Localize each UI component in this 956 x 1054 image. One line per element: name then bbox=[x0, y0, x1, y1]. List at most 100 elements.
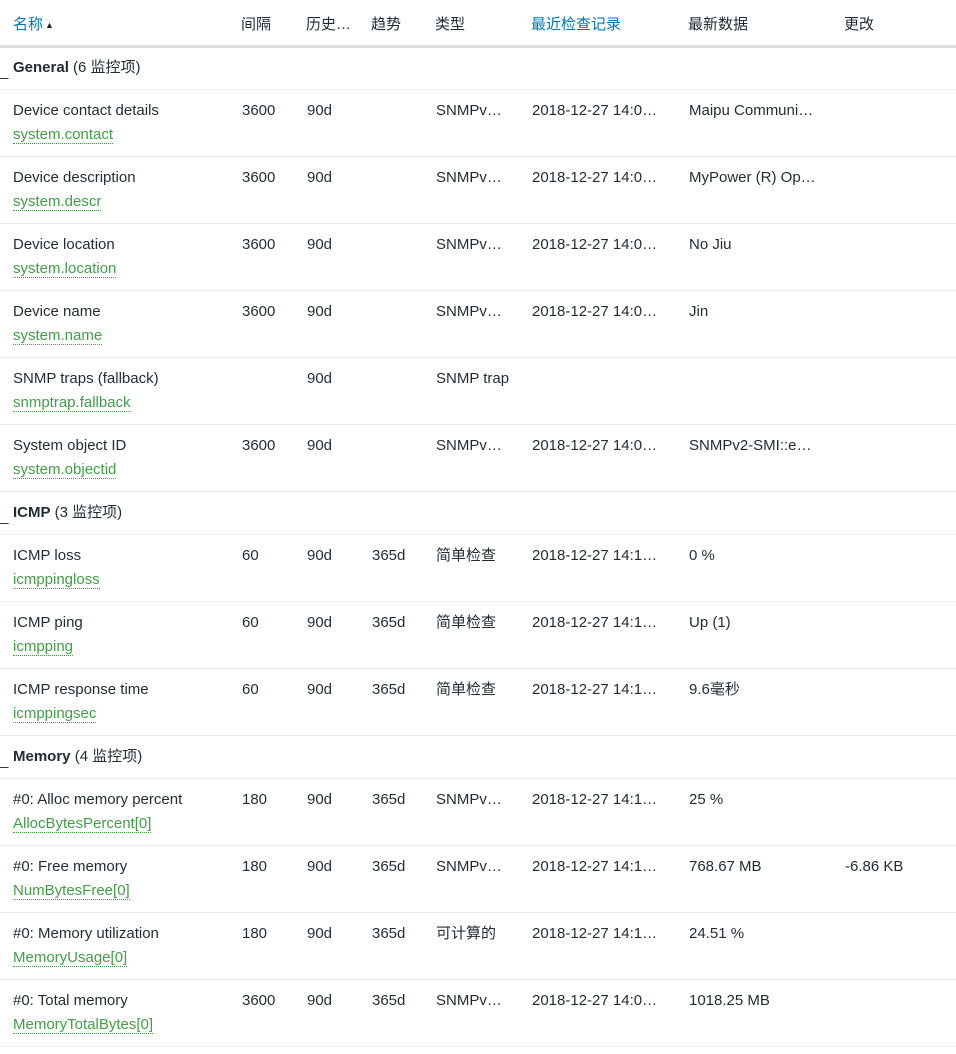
change-cell bbox=[844, 534, 956, 602]
item-key-link[interactable]: icmpping bbox=[13, 638, 74, 656]
group-name: ICMP bbox=[13, 503, 51, 521]
last-check-cell: 2018-12-27 14:0… bbox=[531, 89, 688, 157]
history-cell: 90d bbox=[306, 979, 371, 1047]
history-value: 90d bbox=[307, 680, 333, 698]
trends-cell: 365d bbox=[371, 534, 435, 602]
latest-data-cell: MyPower (R) Op… bbox=[688, 156, 844, 224]
item-name-cell: #0: Free memory NumBytesFree[0] bbox=[0, 845, 241, 913]
last-check-value: 2018-12-27 14:1… bbox=[532, 790, 658, 808]
application-group-row: _ General (6 监控项) bbox=[0, 46, 956, 90]
type-value: SNMP trap bbox=[436, 369, 510, 387]
column-header-type: 类型 bbox=[435, 0, 531, 48]
interval-cell: 180 bbox=[241, 912, 306, 980]
history-cell: 90d bbox=[306, 912, 371, 980]
history-cell: 90d bbox=[306, 424, 371, 492]
trends-cell: 365d bbox=[371, 979, 435, 1047]
trends-value: 365d bbox=[372, 924, 406, 942]
type-cell: SNMPv… bbox=[435, 290, 531, 358]
trends-cell: 365d bbox=[371, 601, 435, 669]
item-key-link[interactable]: MemoryTotalBytes[0] bbox=[13, 1016, 154, 1034]
last-check-cell: 2018-12-27 14:1… bbox=[531, 601, 688, 669]
trends-cell: 365d bbox=[371, 912, 435, 980]
latest-data-value: 9.6毫秒 bbox=[689, 680, 740, 698]
history-value: 90d bbox=[307, 991, 333, 1009]
latest-data-cell: 24.51 % bbox=[688, 912, 844, 980]
group-collapse-toggle[interactable]: _ bbox=[0, 63, 13, 80]
type-value: SNMPv… bbox=[436, 302, 502, 320]
item-name-cell: Device location system.location bbox=[0, 223, 241, 291]
item-key-link[interactable]: MemoryUsage[0] bbox=[13, 949, 128, 967]
trends-cell bbox=[371, 89, 435, 157]
table-row: Device name system.name 3600 90d SNMPv… 2018-… bbox=[0, 290, 956, 358]
group-item-count: (6 监控项) bbox=[73, 59, 141, 76]
item-key-link[interactable]: system.location bbox=[13, 260, 117, 278]
change-cell bbox=[844, 979, 956, 1047]
item-key-link[interactable]: NumBytesFree[0] bbox=[13, 882, 130, 900]
sort-by-name-link[interactable]: 名称 bbox=[13, 16, 43, 33]
latest-data-value: Jin bbox=[689, 302, 709, 320]
history-value: 90d bbox=[307, 302, 333, 320]
last-check-cell: 2018-12-27 14:1… bbox=[531, 778, 688, 846]
group-header-cell: _ General (6 监控项) bbox=[0, 46, 956, 90]
history-value: 90d bbox=[307, 436, 333, 454]
history-cell: 90d bbox=[306, 601, 371, 669]
type-value: SNMPv… bbox=[436, 436, 502, 454]
item-key-link[interactable]: system.objectid bbox=[13, 461, 117, 479]
latest-data-value: 25 % bbox=[689, 790, 724, 808]
item-name: ICMP response time bbox=[13, 680, 149, 698]
item-key-link[interactable]: snmptrap.fallback bbox=[13, 394, 131, 412]
group-collapse-toggle[interactable]: _ bbox=[0, 752, 13, 769]
latest-data-cell: Up (1) bbox=[688, 601, 844, 669]
item-name-cell: Device description system.descr bbox=[0, 156, 241, 224]
last-check-cell: 2018-12-27 14:1… bbox=[531, 668, 688, 736]
history-cell: 90d bbox=[306, 845, 371, 913]
item-name-cell: ICMP loss icmppingloss bbox=[0, 534, 241, 602]
type-cell: SNMPv… bbox=[435, 424, 531, 492]
trends-cell bbox=[371, 156, 435, 224]
item-name: Device name bbox=[13, 302, 101, 320]
trends-cell: 365d bbox=[371, 778, 435, 846]
interval-value: 180 bbox=[242, 924, 268, 942]
group-name: General bbox=[13, 59, 69, 76]
type-cell: 简单检查 bbox=[435, 534, 531, 602]
latest-data-value: Up (1) bbox=[689, 613, 731, 631]
type-cell: 简单检查 bbox=[435, 668, 531, 736]
column-header-trends: 趋势 bbox=[371, 0, 435, 48]
table-row: Device description system.descr 3600 90d SNM… bbox=[0, 156, 956, 224]
item-key-link[interactable]: AllocBytesPercent[0] bbox=[13, 815, 152, 833]
last-check-cell: 2018-12-27 14:1… bbox=[531, 912, 688, 980]
trends-cell bbox=[371, 290, 435, 358]
item-key-link[interactable]: system.contact bbox=[13, 126, 114, 144]
sort-by-last-check-link[interactable]: 最近检查记录 bbox=[531, 16, 621, 33]
trends-cell bbox=[371, 357, 435, 425]
latest-data-value: 24.51 % bbox=[689, 924, 745, 942]
last-check-value: 2018-12-27 14:1… bbox=[532, 546, 658, 564]
item-key-link[interactable]: icmppingsec bbox=[13, 705, 97, 723]
history-cell: 90d bbox=[306, 290, 371, 358]
interval-cell: 180 bbox=[241, 845, 306, 913]
item-name-cell: SNMP traps (fallback) snmptrap.fallback bbox=[0, 357, 241, 425]
last-check-value: 2018-12-27 14:0… bbox=[532, 168, 658, 186]
column-header-name[interactable]: 名称 ▲ bbox=[0, 0, 241, 48]
history-cell: 90d bbox=[306, 778, 371, 846]
group-header-cell: _ Memory (4 监控项) bbox=[0, 735, 956, 779]
latest-data-value: 0 % bbox=[689, 546, 715, 564]
history-value: 90d bbox=[307, 369, 333, 387]
type-value: SNMPv… bbox=[436, 101, 502, 119]
item-key-link[interactable]: icmppingloss bbox=[13, 571, 100, 589]
item-key-link[interactable]: system.name bbox=[13, 327, 103, 345]
group-collapse-toggle[interactable]: _ bbox=[0, 508, 13, 525]
items-table-body: _ General (6 监控项) Device contact details sy… bbox=[0, 46, 956, 1047]
latest-data-value: 1018.25 MB bbox=[689, 991, 770, 1009]
interval-cell: 3600 bbox=[241, 89, 306, 157]
column-header-last-check[interactable]: 最近检查记录 bbox=[531, 0, 688, 48]
type-value: SNMPv… bbox=[436, 991, 502, 1009]
item-name-cell: ICMP ping icmpping bbox=[0, 601, 241, 669]
item-key-link[interactable]: system.descr bbox=[13, 193, 102, 211]
item-name: Device location bbox=[13, 235, 115, 253]
interval-cell: 60 bbox=[241, 601, 306, 669]
last-check-value: 2018-12-27 14:0… bbox=[532, 235, 658, 253]
latest-data-cell: 25 % bbox=[688, 778, 844, 846]
last-check-value: 2018-12-27 14:0… bbox=[532, 302, 658, 320]
item-name-cell: #0: Memory utilization MemoryUsage[0] bbox=[0, 912, 241, 980]
